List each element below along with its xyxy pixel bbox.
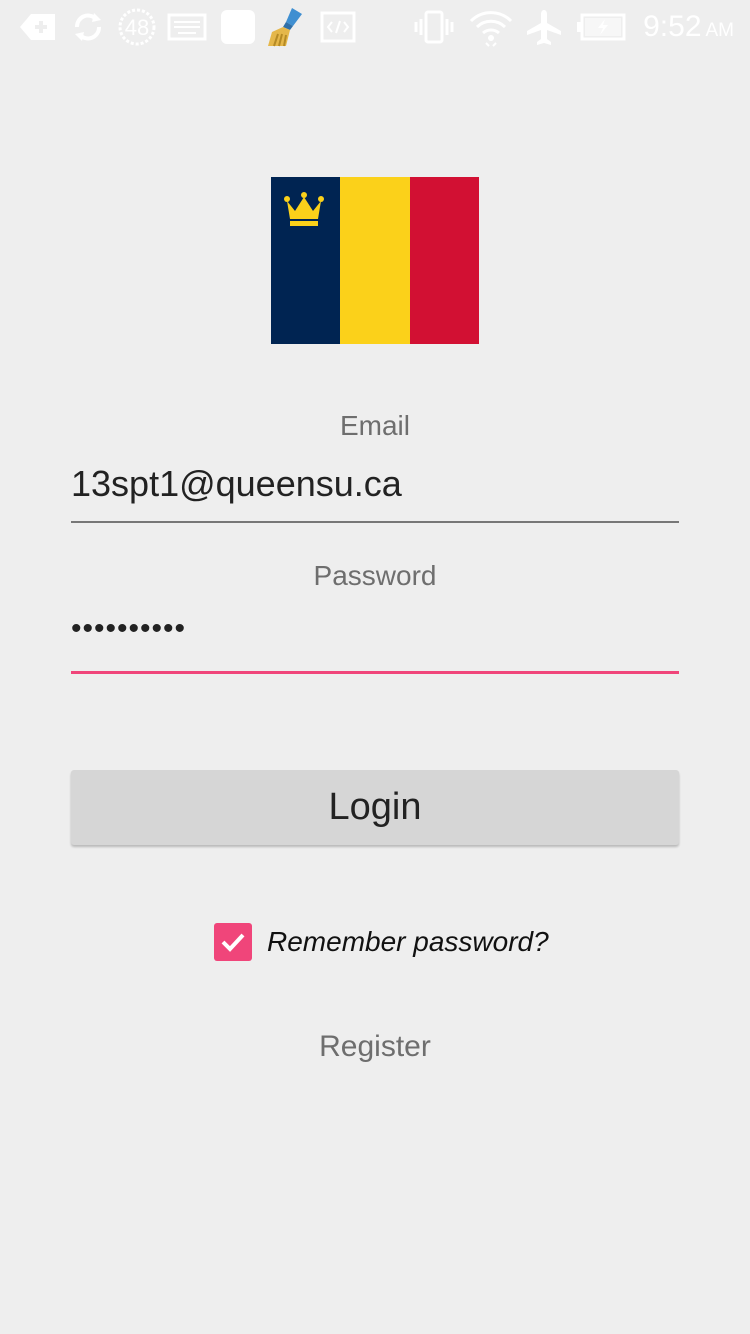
vibrate-icon [413, 8, 455, 46]
clock-time: 9:52 [643, 10, 702, 43]
airplane-icon [524, 8, 564, 46]
email-field[interactable]: 13spt1@queensu.ca [71, 463, 679, 505]
logo-stripe-yellow [340, 177, 410, 344]
app-logo [271, 177, 479, 344]
sync-icon [68, 8, 108, 46]
login-button[interactable]: Login [71, 770, 679, 845]
back-plus-icon [18, 8, 58, 46]
status-time: 9:52 AM [643, 8, 734, 46]
logo-stripe-red [409, 177, 479, 344]
password-field[interactable]: •••••••••• [71, 612, 679, 646]
remember-password-label: Remember password? [267, 926, 549, 957]
square-app-icon [218, 8, 258, 46]
password-label: Password [313, 560, 437, 591]
crown-icon [284, 192, 324, 226]
remember-password-row[interactable]: Remember password? [214, 922, 549, 962]
email-underline [71, 521, 679, 523]
broom-cleaner-icon [266, 8, 308, 47]
battery-icon [576, 8, 626, 46]
logo-stripe-blue [271, 177, 341, 344]
wifi-icon [468, 8, 514, 47]
notification-count-icon: 48 [116, 8, 158, 46]
checkmark-icon [221, 933, 245, 952]
clock-ampm: AM [705, 20, 735, 41]
register-link[interactable]: Register [0, 1030, 750, 1064]
status-bar: 48 9:52 AM [0, 0, 750, 54]
code-icon [318, 8, 358, 46]
notification-count: 48 [125, 15, 149, 40]
password-underline [71, 671, 679, 674]
email-label: Email [339, 410, 410, 441]
remember-password-checkbox[interactable] [214, 923, 252, 961]
keyboard-icon [166, 8, 208, 46]
